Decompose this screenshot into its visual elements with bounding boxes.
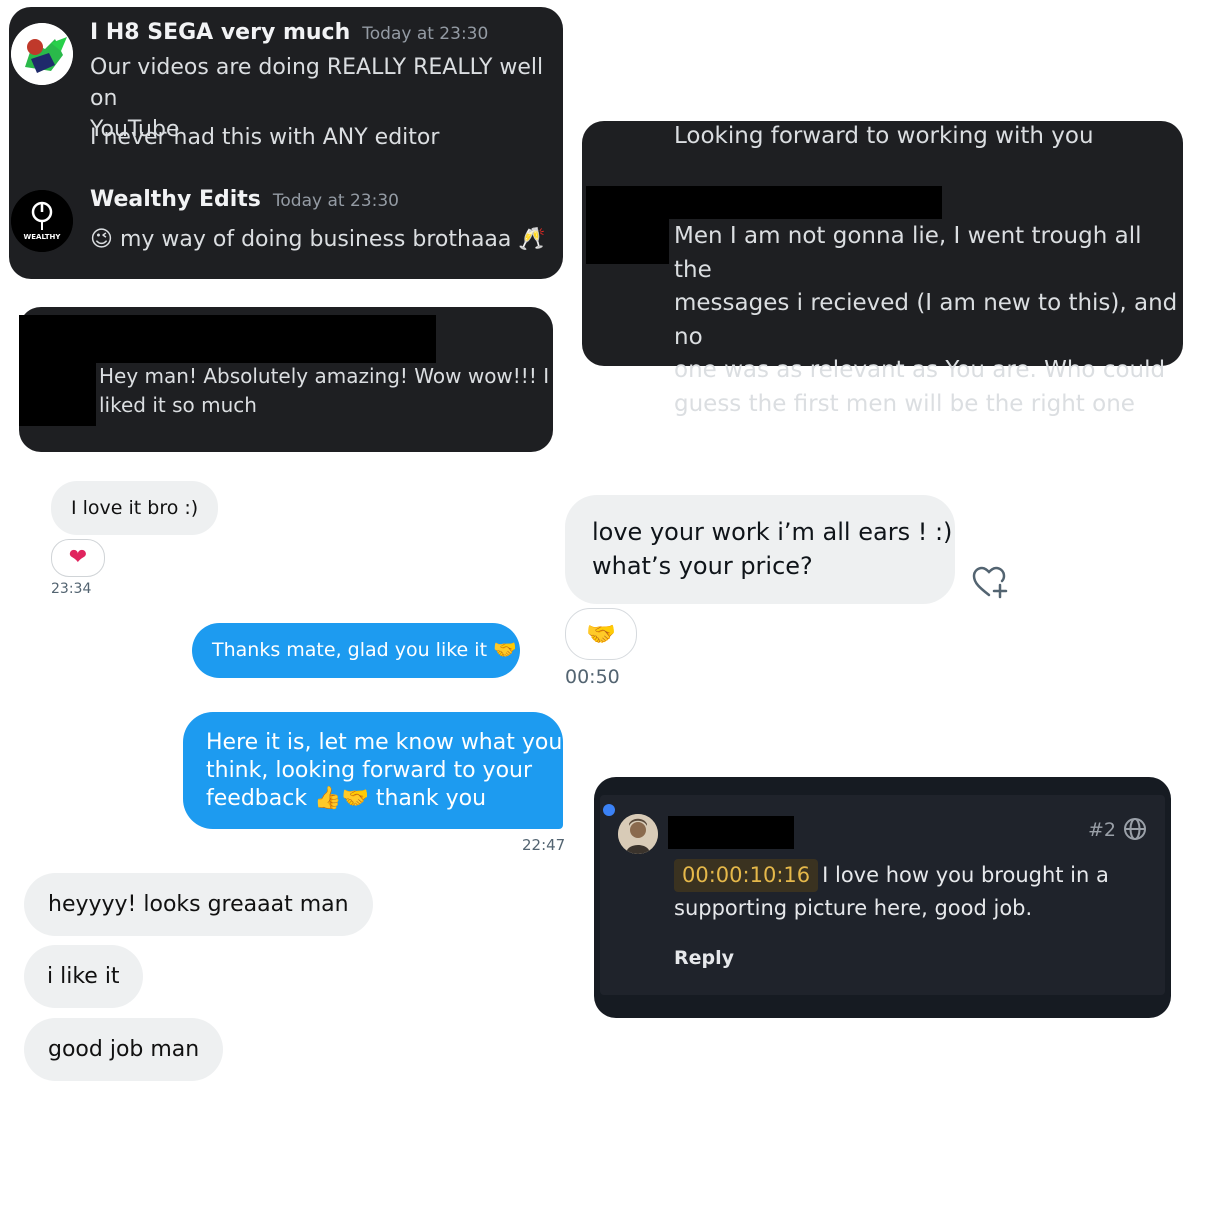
thumbs-up-handshake-icon: 👍🤝 — [314, 786, 369, 811]
avatar-text: WEALTHY — [23, 233, 61, 241]
dark-message-card: Looking forward to working with you Men … — [582, 121, 1183, 417]
redacted-block — [586, 186, 669, 264]
username-text[interactable]: I H8 SEGA very much — [90, 20, 350, 45]
bubble-text: i like it — [47, 964, 120, 989]
handshake-reaction[interactable]: 🤝 — [565, 608, 637, 660]
chat-bubble[interactable]: heyyyy! looks greaaat man — [24, 873, 373, 936]
review-comment-card: #2 00:00:10:16 I love how you brought in … — [594, 777, 1171, 1018]
message-line: think, looking forward to your — [206, 758, 533, 783]
comment-text: 00:00:10:16 I love how you brought in a s… — [674, 859, 1144, 925]
message-line: what’s your price? — [592, 552, 813, 580]
message-line: Men I am not gonna lie, I went trough al… — [674, 223, 1142, 283]
redacted-block — [19, 315, 96, 426]
chat-bubble-sent[interactable]: Here it is, let me know what you think, … — [183, 712, 563, 829]
message-text: I never had this with ANY editor — [90, 125, 440, 150]
user-avatar[interactable] — [11, 23, 73, 85]
message-text: thank you — [375, 786, 487, 811]
message-line: my way of doing business brothaaa — [119, 227, 512, 252]
chat-bubble[interactable]: i like it — [24, 945, 143, 1008]
message-time: 23:34 — [51, 581, 92, 597]
message-line: guess the first men will be the right on… — [674, 390, 1135, 417]
comment-line: I love how you brought in a — [822, 863, 1109, 887]
redacted-name — [668, 816, 794, 849]
message-line: liked it so much — [99, 393, 257, 417]
handshake-icon: 🤝 — [586, 620, 616, 648]
message-text: feedback — [206, 786, 308, 811]
username[interactable]: Wealthy Edits Today at 23:30 — [90, 187, 399, 212]
globe-icon[interactable] — [1123, 817, 1147, 845]
add-reaction-heart-icon[interactable] — [972, 566, 1010, 604]
heart-icon: ❤ — [68, 545, 88, 570]
reply-button[interactable]: Reply — [674, 947, 734, 969]
chat-bubble[interactable]: love your work i’m all ears ! :) what’s … — [565, 495, 955, 604]
username-text[interactable]: Wealthy Edits — [90, 187, 261, 212]
message-line: feedback 👍🤝 thank you — [206, 785, 562, 813]
comment-index: #2 — [1088, 819, 1117, 841]
chat-bubble[interactable]: I love it bro :) — [51, 481, 219, 535]
message-text: 😉 my way of doing business brothaaa 🥂 — [90, 224, 546, 255]
chat-bubble-sent[interactable]: Thanks mate, glad you like it 🤝 — [192, 623, 520, 678]
message-line: Our videos are doing REALLY REALLY well … — [90, 55, 544, 111]
reviewer-avatar[interactable] — [618, 814, 658, 854]
message-line: Here it is, let me know what you — [206, 730, 563, 755]
wealthy-edits-avatar[interactable]: WEALTHY — [11, 190, 73, 252]
message-line: love your work i’m all ears ! :) — [592, 518, 953, 546]
message-text: Looking forward to working with you — [674, 123, 1094, 149]
heart-reaction[interactable]: ❤ — [51, 539, 105, 577]
message-line: messages i recieved (I am new to this), … — [674, 290, 1178, 350]
message-line: Hey man! Absolutely amazing! Wow wow!!! … — [99, 364, 550, 388]
handshake-icon: 🤝 — [493, 639, 517, 661]
timecode-badge[interactable]: 00:00:10:16 — [674, 859, 819, 892]
unread-dot-icon — [603, 804, 615, 816]
comment-panel: #2 00:00:10:16 I love how you brought in … — [600, 795, 1165, 995]
message-time: 00:50 — [565, 666, 620, 688]
bubble-text: I love it bro :) — [71, 497, 199, 519]
bubble-text: Here it is, let me know what you think, … — [206, 729, 562, 813]
bubble-text: love your work i’m all ears ! :) what’s … — [592, 515, 952, 583]
chat-bubble[interactable]: good job man — [24, 1018, 224, 1081]
comment-line: supporting picture here, good job. — [674, 896, 1033, 920]
message-text: Men I am not gonna lie, I went trough al… — [674, 220, 1183, 421]
message-timestamp: Today at 23:30 — [362, 24, 489, 44]
message-line: one was as relevant as You are. Who coul… — [674, 357, 1166, 383]
bubble-text: Thanks mate, glad you like it 🤝 — [212, 623, 517, 678]
dark-message-card: Hey man! Absolutely amazing! Wow wow!!! … — [19, 307, 553, 452]
bubble-text: heyyyy! looks greaaat man — [48, 892, 349, 917]
message-time: 22:47 — [522, 836, 566, 854]
message-timestamp: Today at 23:30 — [272, 191, 399, 211]
wink-emoji-icon: 😉 — [90, 227, 113, 252]
champagne-emoji-icon: 🥂 — [518, 227, 546, 252]
message-line: Thanks mate, glad you like it — [212, 639, 488, 661]
discord-message-card: I H8 SEGA very much Today at 23:30 Our vi… — [9, 7, 563, 279]
username[interactable]: I H8 SEGA very much Today at 23:30 — [90, 20, 488, 45]
message-text: Hey man! Absolutely amazing! Wow wow!!! … — [99, 362, 549, 420]
bubble-text: good job man — [48, 1037, 200, 1062]
